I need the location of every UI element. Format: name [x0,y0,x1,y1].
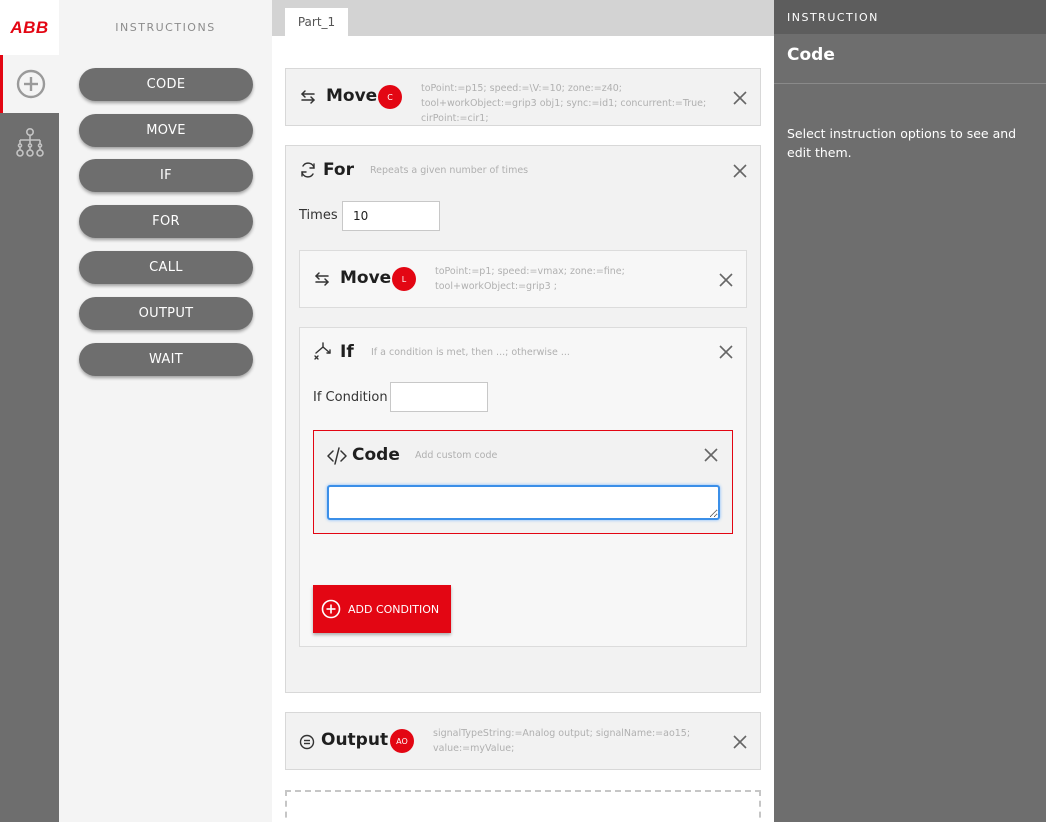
plus-circle-icon [321,599,341,619]
move-type-badge: C [378,85,402,109]
properties-header: INSTRUCTION [774,0,1046,34]
output-icon [299,734,315,750]
rail-add-button[interactable] [0,55,59,113]
output-type-badge: AO [390,729,414,753]
move-block[interactable]: Move C toPoint:=p15; speed:=\V:=10; zone… [285,68,761,126]
abb-logo: ABB [0,0,59,55]
inner-move-block[interactable]: Move L toPoint:=p1; speed:=vmax; zone:=f… [299,250,747,308]
instruction-drop-zone[interactable] [285,790,761,822]
instructions-title: INSTRUCTIONS [115,21,216,34]
instructions-panel: INSTRUCTIONS CODE MOVE IF FOR CALL OUTPU… [59,0,272,822]
rail-structure-button[interactable] [0,113,59,171]
code-brackets-icon [327,447,347,465]
move-title: Move [326,86,378,106]
if-title: If [340,342,354,362]
tab-part-1[interactable]: Part_1 [285,8,348,36]
output-title: Output [321,730,389,750]
icon-rail: ABB [0,0,59,822]
properties-header-label: INSTRUCTION [787,11,879,24]
close-icon[interactable] [732,90,748,106]
if-description: If a condition is met, then ...; otherwi… [371,347,570,358]
inner-move-summary: toPoint:=p1; speed:=vmax; zone:=fine; to… [435,266,625,292]
instruction-wait-button[interactable]: WAIT [79,343,253,376]
close-icon[interactable] [703,447,719,463]
instruction-output-button[interactable]: OUTPUT [79,297,253,330]
tab-bar: Part_1 [272,0,774,36]
instruction-code-button[interactable]: CODE [79,68,253,101]
times-label: Times [299,208,338,223]
output-block[interactable]: Output AO signalTypeString:=Analog outpu… [285,712,761,770]
close-icon[interactable] [718,344,734,360]
add-condition-label: ADD CONDITION [348,602,440,616]
close-icon[interactable] [718,272,734,288]
instruction-properties-panel: INSTRUCTION Code Select instruction opti… [774,0,1046,822]
hierarchy-icon [15,127,44,157]
inner-move-type-badge: L [392,267,416,291]
instruction-if-button[interactable]: IF [79,159,253,192]
for-title: For [323,160,354,180]
move-summary: toPoint:=p15; speed:=\V:=10; zone:=z40; … [421,83,707,124]
instruction-for-button[interactable]: FOR [79,205,253,238]
instruction-move-button[interactable]: MOVE [79,114,253,147]
properties-title: Code [787,45,835,65]
output-summary: signalTypeString:=Analog output; signalN… [433,728,691,754]
code-title: Code [352,445,400,465]
instruction-call-button[interactable]: CALL [79,251,253,284]
logo-text: ABB [10,17,49,37]
branch-icon [314,342,331,360]
code-textarea[interactable] [327,485,720,520]
code-block[interactable]: Code Add custom code [313,430,733,534]
code-description: Add custom code [415,450,498,461]
add-condition-button[interactable]: ADD CONDITION [313,585,451,633]
move-arrows-icon [301,90,315,104]
if-condition-input[interactable] [390,382,488,412]
move-arrows-icon [315,272,329,286]
if-condition-label: If Condition [313,390,388,405]
for-description: Repeats a given number of times [370,165,529,176]
close-icon[interactable] [732,163,748,179]
inner-move-title: Move [340,268,392,288]
loop-icon [301,162,315,178]
close-icon[interactable] [732,734,748,750]
properties-hint: Select instruction options to see and ed… [787,126,1017,160]
divider [774,83,1046,84]
plus-circle-icon [16,69,46,99]
times-input[interactable] [342,201,440,231]
